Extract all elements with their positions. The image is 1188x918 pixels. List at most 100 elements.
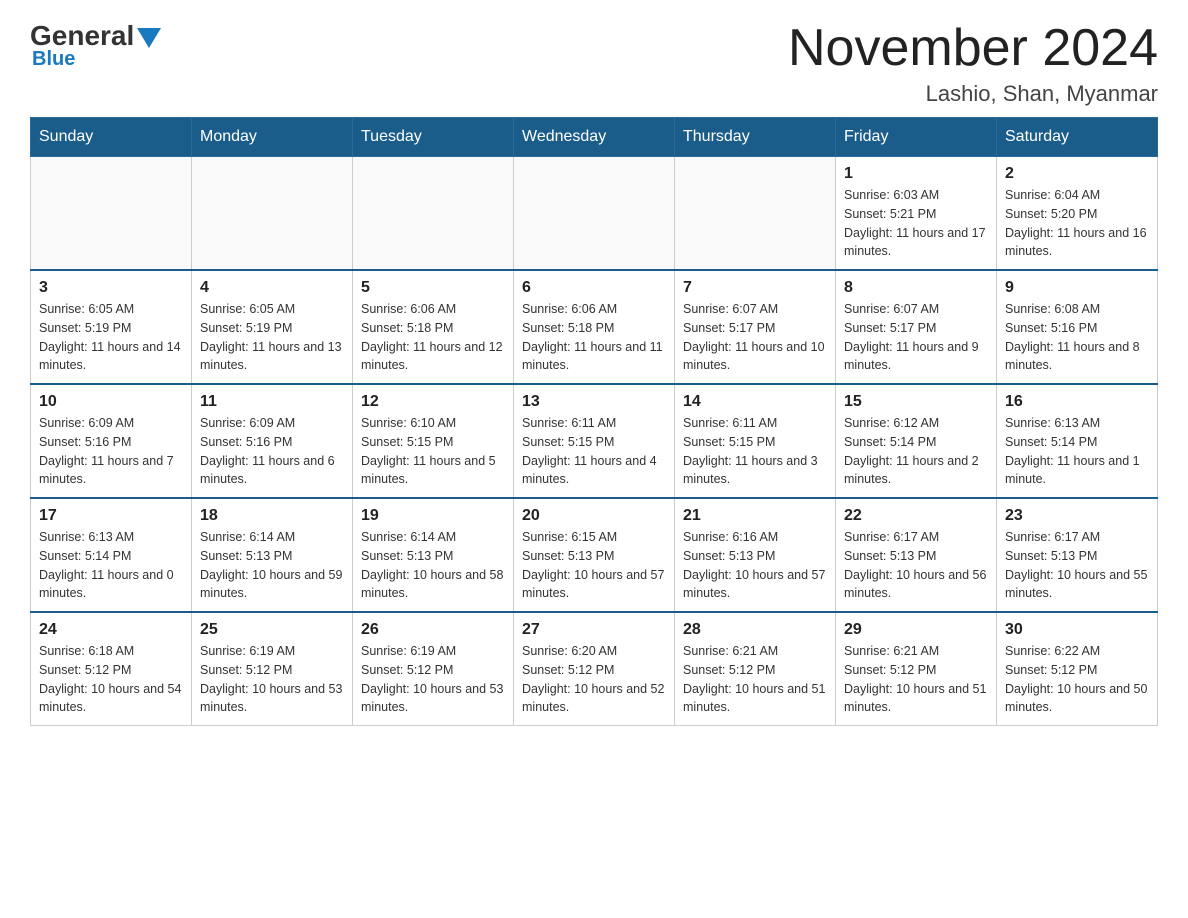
calendar-cell: 24Sunrise: 6:18 AMSunset: 5:12 PMDayligh… (31, 612, 192, 726)
day-info: Sunrise: 6:17 AMSunset: 5:13 PMDaylight:… (844, 528, 988, 603)
day-number: 10 (39, 393, 183, 411)
calendar-week-0: 1 Sunrise: 6:03 AMSunset: 5:21 PMDaylight… (31, 157, 1158, 271)
day-number: 8 (844, 279, 988, 297)
day-number: 16 (1005, 393, 1149, 411)
day-info: Sunrise: 6:14 AMSunset: 5:13 PMDaylight:… (361, 528, 505, 603)
calendar-cell: 18Sunrise: 6:14 AMSunset: 5:13 PMDayligh… (192, 498, 353, 612)
day-number: 26 (361, 621, 505, 639)
calendar-cell: 3 Sunrise: 6:05 AMSunset: 5:19 PMDaylight… (31, 270, 192, 384)
day-info: Sunrise: 6:19 AMSunset: 5:12 PMDaylight:… (200, 642, 344, 717)
day-number: 14 (683, 393, 827, 411)
calendar-cell: 17Sunrise: 6:13 AMSunset: 5:14 PMDayligh… (31, 498, 192, 612)
day-info: Sunrise: 6:11 AMSunset: 5:15 PMDaylight:… (683, 414, 827, 489)
day-number: 3 (39, 279, 183, 297)
day-info: Sunrise: 6:21 AMSunset: 5:12 PMDaylight:… (844, 642, 988, 717)
day-number: 25 (200, 621, 344, 639)
calendar-cell: 7 Sunrise: 6:07 AMSunset: 5:17 PMDaylight… (675, 270, 836, 384)
day-info: Sunrise: 6:09 AMSunset: 5:16 PMDaylight:… (39, 414, 183, 489)
day-number: 6 (522, 279, 666, 297)
day-number: 4 (200, 279, 344, 297)
day-info: Sunrise: 6:13 AMSunset: 5:14 PMDaylight:… (1005, 414, 1149, 489)
calendar-cell: 27 Sunrise: 6:20 AMSunset: 5:12 PMDayligh… (514, 612, 675, 726)
calendar-cell: 23 Sunrise: 6:17 AMSunset: 5:13 PMDayligh… (997, 498, 1158, 612)
calendar-body: 1 Sunrise: 6:03 AMSunset: 5:21 PMDaylight… (31, 157, 1158, 726)
day-number: 20 (522, 507, 666, 525)
day-number: 22 (844, 507, 988, 525)
day-number: 7 (683, 279, 827, 297)
day-info: Sunrise: 6:10 AMSunset: 5:15 PMDaylight:… (361, 414, 505, 489)
calendar-cell (192, 157, 353, 271)
calendar-cell: 16 Sunrise: 6:13 AMSunset: 5:14 PMDayligh… (997, 384, 1158, 498)
day-info: Sunrise: 6:21 AMSunset: 5:12 PMDaylight:… (683, 642, 827, 717)
day-info: Sunrise: 6:11 AMSunset: 5:15 PMDaylight:… (522, 414, 666, 489)
calendar-cell: 4 Sunrise: 6:05 AMSunset: 5:19 PMDaylight… (192, 270, 353, 384)
calendar-cell: 25 Sunrise: 6:19 AMSunset: 5:12 PMDayligh… (192, 612, 353, 726)
header-cell-monday: Monday (192, 118, 353, 157)
logo-blue: Blue (32, 48, 75, 71)
day-info: Sunrise: 6:22 AMSunset: 5:12 PMDaylight:… (1005, 642, 1149, 717)
day-number: 30 (1005, 621, 1149, 639)
calendar-cell (514, 157, 675, 271)
day-info: Sunrise: 6:14 AMSunset: 5:13 PMDaylight:… (200, 528, 344, 603)
day-info: Sunrise: 6:05 AMSunset: 5:19 PMDaylight:… (39, 300, 183, 375)
day-info: Sunrise: 6:04 AMSunset: 5:20 PMDaylight:… (1005, 186, 1149, 261)
day-number: 28 (683, 621, 827, 639)
day-info: Sunrise: 6:20 AMSunset: 5:12 PMDaylight:… (522, 642, 666, 717)
header-row: SundayMondayTuesdayWednesdayThursdayFrid… (31, 118, 1158, 157)
day-info: Sunrise: 6:15 AMSunset: 5:13 PMDaylight:… (522, 528, 666, 603)
calendar-cell (353, 157, 514, 271)
calendar-cell: 19Sunrise: 6:14 AMSunset: 5:13 PMDayligh… (353, 498, 514, 612)
day-info: Sunrise: 6:07 AMSunset: 5:17 PMDaylight:… (844, 300, 988, 375)
calendar-cell: 8 Sunrise: 6:07 AMSunset: 5:17 PMDaylight… (836, 270, 997, 384)
day-info: Sunrise: 6:03 AMSunset: 5:21 PMDaylight:… (844, 186, 988, 261)
calendar-cell: 21 Sunrise: 6:16 AMSunset: 5:13 PMDayligh… (675, 498, 836, 612)
calendar-cell: 28 Sunrise: 6:21 AMSunset: 5:12 PMDayligh… (675, 612, 836, 726)
header-cell-saturday: Saturday (997, 118, 1158, 157)
header-cell-sunday: Sunday (31, 118, 192, 157)
day-number: 23 (1005, 507, 1149, 525)
day-number: 27 (522, 621, 666, 639)
day-info: Sunrise: 6:16 AMSunset: 5:13 PMDaylight:… (683, 528, 827, 603)
calendar-cell: 29Sunrise: 6:21 AMSunset: 5:12 PMDayligh… (836, 612, 997, 726)
main-title: November 2024 (788, 20, 1158, 77)
calendar-cell: 11Sunrise: 6:09 AMSunset: 5:16 PMDayligh… (192, 384, 353, 498)
calendar-cell: 20 Sunrise: 6:15 AMSunset: 5:13 PMDayligh… (514, 498, 675, 612)
calendar-week-3: 17Sunrise: 6:13 AMSunset: 5:14 PMDayligh… (31, 498, 1158, 612)
day-info: Sunrise: 6:07 AMSunset: 5:17 PMDaylight:… (683, 300, 827, 375)
day-number: 1 (844, 165, 988, 183)
calendar-cell (675, 157, 836, 271)
day-info: Sunrise: 6:06 AMSunset: 5:18 PMDaylight:… (522, 300, 666, 375)
calendar-cell: 1 Sunrise: 6:03 AMSunset: 5:21 PMDaylight… (836, 157, 997, 271)
day-number: 21 (683, 507, 827, 525)
calendar-cell: 15Sunrise: 6:12 AMSunset: 5:14 PMDayligh… (836, 384, 997, 498)
calendar-header: SundayMondayTuesdayWednesdayThursdayFrid… (31, 118, 1158, 157)
calendar-cell: 6 Sunrise: 6:06 AMSunset: 5:18 PMDaylight… (514, 270, 675, 384)
day-info: Sunrise: 6:06 AMSunset: 5:18 PMDaylight:… (361, 300, 505, 375)
calendar-cell: 12 Sunrise: 6:10 AMSunset: 5:15 PMDayligh… (353, 384, 514, 498)
day-info: Sunrise: 6:12 AMSunset: 5:14 PMDaylight:… (844, 414, 988, 489)
calendar-cell: 26 Sunrise: 6:19 AMSunset: 5:12 PMDayligh… (353, 612, 514, 726)
day-number: 2 (1005, 165, 1149, 183)
calendar-cell: 2 Sunrise: 6:04 AMSunset: 5:20 PMDaylight… (997, 157, 1158, 271)
day-info: Sunrise: 6:17 AMSunset: 5:13 PMDaylight:… (1005, 528, 1149, 603)
day-number: 13 (522, 393, 666, 411)
day-number: 12 (361, 393, 505, 411)
calendar-cell: 22 Sunrise: 6:17 AMSunset: 5:13 PMDayligh… (836, 498, 997, 612)
calendar-week-1: 3 Sunrise: 6:05 AMSunset: 5:19 PMDaylight… (31, 270, 1158, 384)
title-area: November 2024 Lashio, Shan, Myanmar (788, 20, 1158, 107)
calendar-cell: 5 Sunrise: 6:06 AMSunset: 5:18 PMDaylight… (353, 270, 514, 384)
header-cell-friday: Friday (836, 118, 997, 157)
day-number: 5 (361, 279, 505, 297)
calendar: SundayMondayTuesdayWednesdayThursdayFrid… (30, 117, 1158, 726)
logo: General Blue (30, 20, 161, 71)
calendar-cell: 14 Sunrise: 6:11 AMSunset: 5:15 PMDayligh… (675, 384, 836, 498)
day-info: Sunrise: 6:13 AMSunset: 5:14 PMDaylight:… (39, 528, 183, 603)
calendar-cell (31, 157, 192, 271)
subtitle: Lashio, Shan, Myanmar (788, 81, 1158, 107)
day-info: Sunrise: 6:05 AMSunset: 5:19 PMDaylight:… (200, 300, 344, 375)
day-info: Sunrise: 6:19 AMSunset: 5:12 PMDaylight:… (361, 642, 505, 717)
header-cell-thursday: Thursday (675, 118, 836, 157)
calendar-cell: 9Sunrise: 6:08 AMSunset: 5:16 PMDaylight… (997, 270, 1158, 384)
header-cell-wednesday: Wednesday (514, 118, 675, 157)
day-number: 9 (1005, 279, 1149, 297)
